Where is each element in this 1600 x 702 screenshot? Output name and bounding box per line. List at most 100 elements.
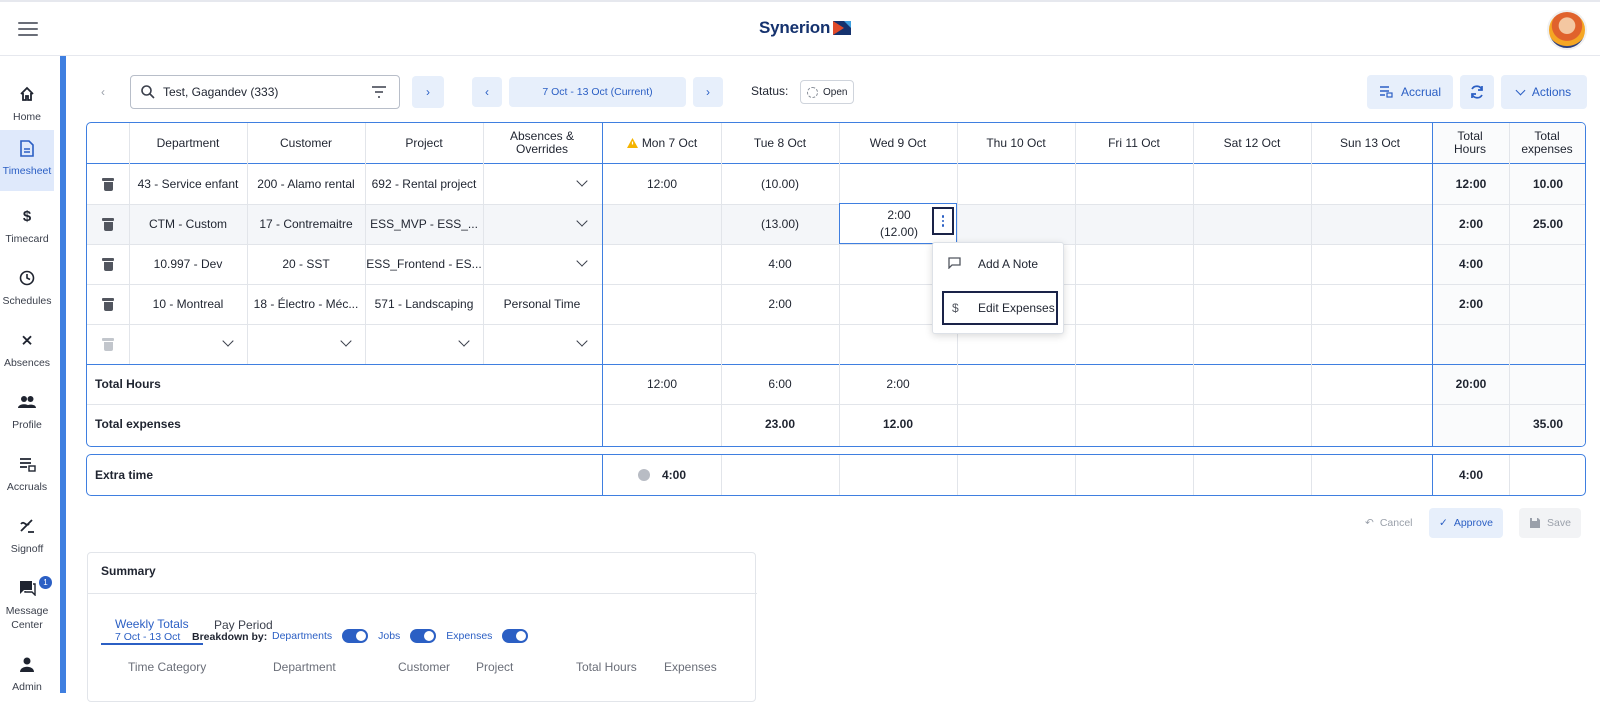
delete-row-button[interactable] <box>87 244 129 284</box>
expenses-toggle[interactable] <box>502 629 529 643</box>
message-count-badge: 1 <box>39 576 52 589</box>
save-button[interactable]: Save <box>1519 508 1581 538</box>
filter-icon[interactable] <box>371 86 387 98</box>
column-divider <box>365 123 366 364</box>
sidebar-item-profile[interactable]: Profile <box>0 384 54 440</box>
refresh-button[interactable] <box>1460 75 1494 109</box>
delete-row-button[interactable] <box>87 324 129 364</box>
day-cell[interactable] <box>957 164 1075 204</box>
sidebar-item-schedules[interactable]: Schedules <box>0 260 54 316</box>
departments-toggle[interactable] <box>342 629 369 643</box>
day-cell[interactable]: 2:00 <box>721 284 839 324</box>
sidebar-item-accruals[interactable]: Accruals <box>0 446 54 502</box>
day-cell[interactable] <box>1075 204 1193 244</box>
sidebar-item-admin[interactable]: Admin <box>0 646 54 702</box>
employee-search[interactable] <box>130 75 400 109</box>
delete-row-button[interactable] <box>87 284 129 324</box>
absence-dropdown[interactable] <box>576 335 588 347</box>
day-cell[interactable] <box>1311 164 1429 204</box>
day-cell[interactable] <box>603 284 721 324</box>
sidebar-item-timecard[interactable]: $ Timecard <box>0 198 54 254</box>
sidebar-item-home[interactable]: Home <box>0 76 54 132</box>
column-divider <box>602 123 603 446</box>
day-cell[interactable] <box>1193 204 1311 244</box>
day-cell[interactable] <box>1311 204 1429 244</box>
next-period-button[interactable]: › <box>693 77 723 107</box>
delete-row-button[interactable] <box>87 204 129 244</box>
accrual-button[interactable]: Accrual <box>1367 75 1453 109</box>
customer-dropdown[interactable] <box>340 335 352 347</box>
toggle-label: Jobs <box>378 630 401 642</box>
day-cell[interactable] <box>1075 164 1193 204</box>
customer-cell: 17 - Contremaitre <box>259 216 353 231</box>
day-cell[interactable] <box>1311 284 1429 324</box>
department-dropdown[interactable] <box>222 335 234 347</box>
day-cell[interactable] <box>603 244 721 284</box>
column-divider <box>1075 455 1076 495</box>
sidebar-item-label: Admin <box>12 681 42 693</box>
next-employee-button[interactable]: › <box>412 76 444 108</box>
day-cell[interactable] <box>1193 164 1311 204</box>
warning-icon <box>626 138 638 148</box>
sidebar-item-label: Home <box>12 111 41 123</box>
sidebar-item-label: Profile <box>12 419 42 431</box>
day-cell[interactable]: 4:00 <box>721 244 839 284</box>
cancel-button[interactable]: ↶ Cancel <box>1355 508 1423 538</box>
extra-time-total: 4:00 <box>1458 467 1484 482</box>
cell-context-menu: Add A Note $ Edit Expenses <box>932 242 1064 334</box>
row-total-hours: 2:00 <box>1458 296 1484 311</box>
status-open-icon <box>807 86 818 98</box>
day-cell[interactable] <box>1311 244 1429 284</box>
column-header-department: Department <box>156 135 220 150</box>
customer-cell: 200 - Alamo rental <box>257 176 355 191</box>
day-cell[interactable]: 12:00 <box>603 164 721 204</box>
project-cell: 692 - Rental project <box>371 176 477 191</box>
row-total-hours: 4:00 <box>1458 256 1484 271</box>
previous-employee-button[interactable]: ‹ <box>87 76 119 108</box>
row-divider <box>87 244 1585 245</box>
column-divider <box>1509 455 1510 495</box>
total-hours-cell: 12:00 <box>646 376 678 391</box>
sidebar-item-absences[interactable]: ⨯ Absences <box>0 322 54 378</box>
home-icon <box>17 84 37 104</box>
user-avatar[interactable] <box>1547 10 1587 50</box>
sidebar-item-timesheet[interactable]: Timesheet <box>0 130 54 191</box>
save-icon <box>1530 518 1540 528</box>
customer-cell: 18 - Électro - Méc... <box>253 296 359 311</box>
day-cell[interactable] <box>839 164 957 204</box>
sidebar-item-signoff[interactable]: Signoff <box>0 508 54 564</box>
sidebar-item-message-center[interactable]: 1 Message Center <box>0 570 54 640</box>
totals-divider <box>87 364 1585 365</box>
employee-search-input[interactable] <box>163 85 363 99</box>
menu-icon[interactable] <box>18 22 38 36</box>
day-cell[interactable]: (10.00) <box>721 164 839 204</box>
add-note-menu-item[interactable]: Add A Note <box>933 243 1065 285</box>
column-header-day: Thu 10 Oct <box>986 135 1046 150</box>
previous-period-button[interactable]: ‹ <box>472 77 502 107</box>
absence-cell: Personal Time <box>503 296 581 311</box>
day-cell[interactable] <box>603 204 721 244</box>
day-cell[interactable] <box>1193 284 1311 324</box>
toggle-label: Expenses <box>446 630 493 642</box>
period-selector[interactable]: 7 Oct - 13 Oct (Current) <box>509 77 686 107</box>
chevron-down-icon <box>1515 85 1526 95</box>
summary-range: 7 Oct - 13 Oct <box>115 631 181 643</box>
column-divider <box>1311 455 1312 495</box>
approve-button[interactable]: ✓ Approve <box>1429 508 1503 538</box>
day-cell[interactable] <box>1075 244 1193 284</box>
jobs-toggle[interactable] <box>410 629 437 643</box>
department-cell: CTM - Custom <box>149 216 227 231</box>
project-dropdown[interactable] <box>458 335 470 347</box>
day-cell[interactable]: (13.00) <box>721 204 839 244</box>
delete-row-button[interactable] <box>87 164 129 204</box>
row-divider <box>87 204 1585 205</box>
total-expenses-cell: 12.00 <box>882 416 914 431</box>
chevron-left-icon: ‹ <box>101 85 105 99</box>
day-cell[interactable] <box>957 204 1075 244</box>
more-options-icon[interactable] <box>932 207 954 235</box>
actions-button[interactable]: Actions <box>1501 75 1587 109</box>
edit-expenses-menu-item[interactable]: $ Edit Expenses <box>942 291 1058 325</box>
day-cell[interactable] <box>1193 244 1311 284</box>
save-label: Save <box>1547 517 1571 529</box>
day-cell[interactable] <box>1075 284 1193 324</box>
